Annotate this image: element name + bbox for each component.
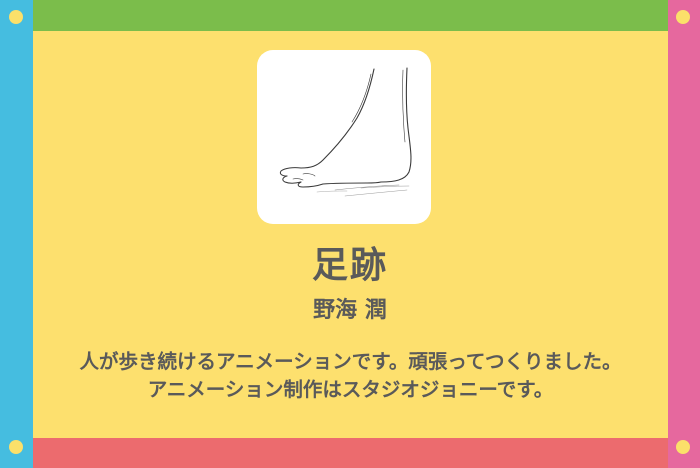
work-description: 人が歩き続けるアニメーションです。頑張ってつくりました。 アニメーション制作はス… <box>33 348 668 404</box>
corner-dot-bottom-left <box>9 440 23 454</box>
thumbnail-card <box>257 50 431 224</box>
corner-dot-top-left <box>9 10 23 24</box>
bottom-border-bar <box>0 438 700 468</box>
right-border-bar <box>668 0 700 468</box>
foot-sketch-icon <box>279 67 412 197</box>
top-border-bar <box>0 0 700 31</box>
author-name: 野海 潤 <box>313 298 387 323</box>
description-line-1: 人が歩き続けるアニメーションです。頑張ってつくりました。 <box>79 350 622 373</box>
work-title: 足跡 <box>311 245 388 286</box>
description-line-2: アニメーション制作はスタジオジョニーです。 <box>147 378 554 401</box>
left-border-bar <box>0 0 33 468</box>
corner-dot-bottom-right <box>676 440 690 454</box>
corner-dot-top-right <box>676 10 690 24</box>
